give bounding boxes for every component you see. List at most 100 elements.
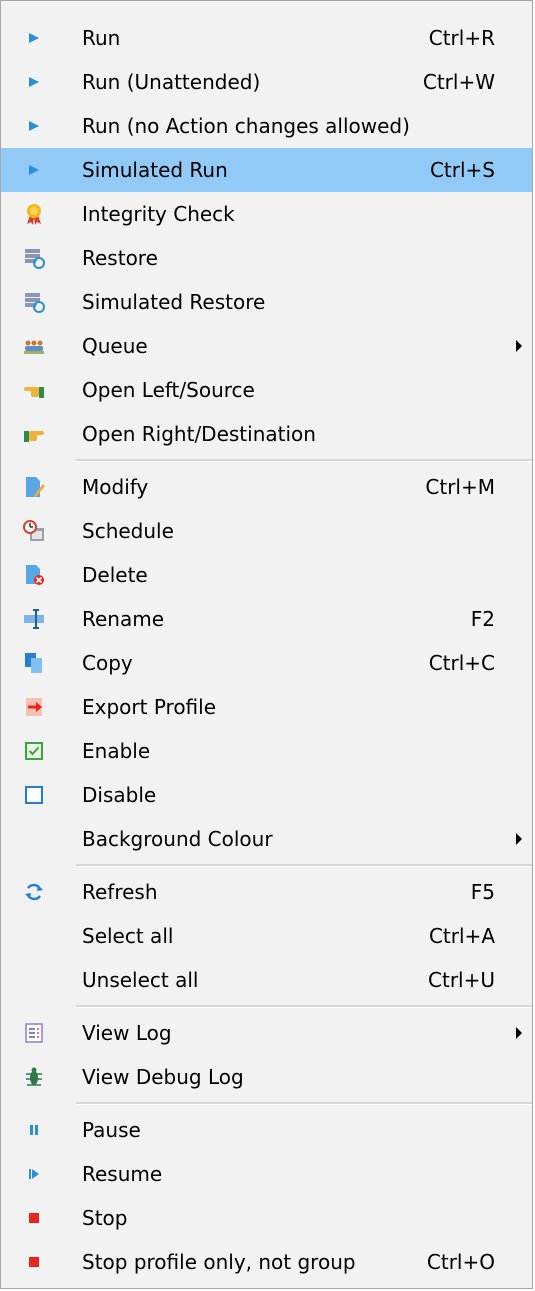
stop-icon [23, 1207, 45, 1229]
stop-icon [23, 1251, 45, 1273]
menu-item-label: Enable [82, 739, 151, 763]
menu-item-label: Background Colour [82, 827, 273, 851]
checkbox-checked-icon [23, 740, 45, 762]
menu-item-label: Stop [82, 1206, 128, 1230]
menu-item-label: Rename [82, 607, 165, 631]
menu-item-label: Schedule [82, 519, 174, 543]
menu-item-export-profile[interactable]: Export Profile [1, 685, 532, 729]
menu-item-integrity-check[interactable]: Integrity Check [1, 192, 532, 236]
refresh-icon [23, 881, 45, 903]
menu-item-resume[interactable]: Resume [1, 1152, 532, 1196]
menu-item-label: Restore [82, 246, 158, 270]
menu-item-shortcut: Ctrl+S [429, 158, 495, 182]
menu-item-enable[interactable]: Enable [1, 729, 532, 773]
pause-icon [23, 1119, 45, 1141]
award-icon [23, 203, 45, 225]
play-icon [23, 71, 45, 93]
menu-item-stop-profile-only[interactable]: Stop profile only, not group Ctrl+O [1, 1240, 532, 1284]
menu-item-open-left-source[interactable]: Open Left/Source [1, 368, 532, 412]
menu-item-shortcut: Ctrl+M [425, 475, 495, 499]
copy-icon [23, 652, 45, 674]
menu-item-simulated-run[interactable]: Simulated Run Ctrl+S [1, 148, 532, 192]
menu-item-label: Run (Unattended) [82, 70, 261, 94]
menu-item-rename[interactable]: Rename F2 [1, 597, 532, 641]
menu-item-stop[interactable]: Stop [1, 1196, 532, 1240]
menu-item-view-debug-log[interactable]: View Debug Log [1, 1055, 532, 1099]
menu-item-copy[interactable]: Copy Ctrl+C [1, 641, 532, 685]
menu-item-open-right-destination[interactable]: Open Right/Destination [1, 412, 532, 456]
menu-item-refresh[interactable]: Refresh F5 [1, 870, 532, 914]
rename-icon [23, 608, 45, 630]
menu-item-label: Integrity Check [82, 202, 235, 226]
menu-item-label: Delete [82, 563, 148, 587]
export-icon [23, 696, 45, 718]
menu-item-view-log[interactable]: View Log [1, 1011, 532, 1055]
play-icon [23, 159, 45, 181]
menu-item-label: Stop profile only, not group [82, 1250, 356, 1274]
menu-item-schedule[interactable]: Schedule [1, 509, 532, 553]
menu-item-run-no-action-changes[interactable]: Run (no Action changes allowed) [1, 104, 532, 148]
menu-item-shortcut: Ctrl+A [428, 924, 495, 948]
menu-item-label: Copy [82, 651, 133, 675]
menu-item-shortcut: Ctrl+W [422, 70, 495, 94]
menu-item-label: Unselect all [82, 968, 199, 992]
submenu-arrow-icon [516, 833, 522, 845]
menu-item-label: Simulated Restore [82, 290, 266, 314]
submenu-arrow-icon [516, 340, 522, 352]
menu-item-label: Modify [82, 475, 149, 499]
menu-item-label: Pause [82, 1118, 141, 1142]
hand-right-icon [23, 423, 45, 445]
log-icon [23, 1022, 45, 1044]
restore-icon [23, 247, 45, 269]
checkbox-empty-icon [23, 784, 45, 806]
menu-item-queue[interactable]: Queue [1, 324, 532, 368]
menu-item-label: Refresh [82, 880, 158, 904]
delete-icon [23, 564, 45, 586]
menu-separator [76, 1102, 532, 1105]
menu-item-run[interactable]: Run Ctrl+R [1, 16, 532, 60]
menu-item-unselect-all[interactable]: Unselect all Ctrl+U [1, 958, 532, 1002]
menu-item-restore[interactable]: Restore [1, 236, 532, 280]
menu-item-label: Run (no Action changes allowed) [82, 114, 410, 138]
context-menu: Run Ctrl+R Run (Unattended) Ctrl+W Run (… [0, 0, 533, 1289]
menu-item-shortcut: Ctrl+O [426, 1250, 495, 1274]
menu-item-shortcut: F2 [470, 607, 495, 631]
menu-item-select-all[interactable]: Select all Ctrl+A [1, 914, 532, 958]
play-icon [23, 27, 45, 49]
queue-icon [23, 335, 45, 357]
menu-item-label: View Debug Log [82, 1065, 244, 1089]
menu-separator [76, 459, 532, 462]
menu-item-label: Disable [82, 783, 157, 807]
menu-item-label: Select all [82, 924, 174, 948]
menu-item-simulated-restore[interactable]: Simulated Restore [1, 280, 532, 324]
menu-item-label: Resume [82, 1162, 163, 1186]
menu-item-shortcut: Ctrl+U [428, 968, 495, 992]
resume-icon [23, 1163, 45, 1185]
menu-item-label: Run [82, 26, 121, 50]
menu-list: Run Ctrl+R Run (Unattended) Ctrl+W Run (… [1, 16, 532, 1284]
menu-item-shortcut: Ctrl+R [428, 26, 495, 50]
menu-item-label: Simulated Run [82, 158, 228, 182]
menu-item-label: Open Left/Source [82, 378, 255, 402]
restore-icon [23, 291, 45, 313]
menu-separator [76, 1005, 532, 1008]
menu-item-label: Queue [82, 334, 148, 358]
menu-item-label: Export Profile [82, 695, 217, 719]
schedule-icon [23, 520, 45, 542]
menu-item-pause[interactable]: Pause [1, 1108, 532, 1152]
hand-left-icon [23, 379, 45, 401]
menu-item-shortcut: F5 [470, 880, 495, 904]
menu-item-disable[interactable]: Disable [1, 773, 532, 817]
menu-item-delete[interactable]: Delete [1, 553, 532, 597]
menu-item-label: View Log [82, 1021, 172, 1045]
submenu-arrow-icon [516, 1027, 522, 1039]
menu-separator [76, 864, 532, 867]
bug-icon [23, 1066, 45, 1088]
menu-item-label: Open Right/Destination [82, 422, 316, 446]
menu-item-run-unattended[interactable]: Run (Unattended) Ctrl+W [1, 60, 532, 104]
edit-icon [23, 476, 45, 498]
play-icon [23, 115, 45, 137]
menu-item-background-colour[interactable]: Background Colour [1, 817, 532, 861]
menu-item-shortcut: Ctrl+C [428, 651, 495, 675]
menu-item-modify[interactable]: Modify Ctrl+M [1, 465, 532, 509]
